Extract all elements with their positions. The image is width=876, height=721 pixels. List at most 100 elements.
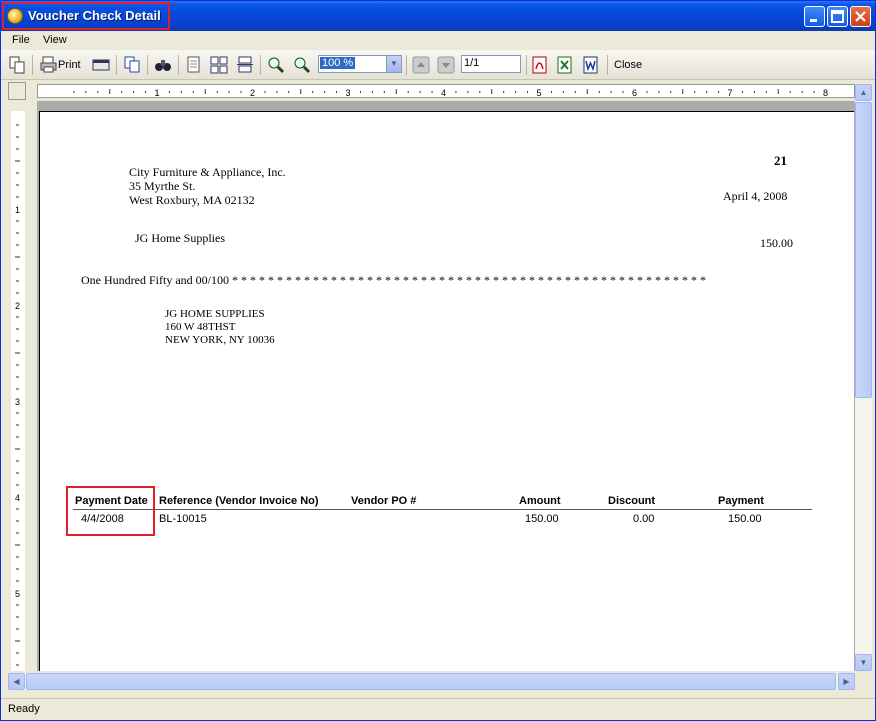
payment-date-highlight-box xyxy=(66,486,155,536)
horizontal-ruler: 1 2 3 4 5 6 7 8 xyxy=(37,84,855,98)
ruler-label: 4 xyxy=(15,493,20,503)
mail-to-name: JG HOME SUPPLIES xyxy=(165,308,265,320)
zoom-in-button[interactable] xyxy=(266,55,286,75)
chevron-down-icon[interactable]: ▼ xyxy=(386,56,401,72)
copy-button[interactable] xyxy=(7,55,27,75)
copy-pages-icon xyxy=(9,56,25,74)
check-amount: 150.00 xyxy=(760,236,793,250)
minimize-icon xyxy=(810,19,817,22)
copy-icon xyxy=(124,56,140,73)
ruler-label: 4 xyxy=(441,88,446,98)
vertical-ruler-ticks: 1 2 3 4 5 xyxy=(15,124,20,666)
check-number: 21 xyxy=(774,153,787,168)
header-discount: Discount xyxy=(608,495,656,507)
ruler-corner xyxy=(8,82,26,100)
vertical-scroll-thumb[interactable] xyxy=(855,102,872,398)
title-highlight-box xyxy=(2,2,170,30)
binoculars-icon xyxy=(155,60,171,71)
ruler-label: 3 xyxy=(15,397,20,407)
next-page-button[interactable] xyxy=(436,55,456,75)
scroll-left-button[interactable]: ◀ xyxy=(8,673,25,690)
page-number-field[interactable]: 1/1 xyxy=(461,55,521,73)
printer-icon xyxy=(40,56,57,73)
horizontal-scroll-thumb[interactable] xyxy=(26,673,836,690)
status-bar: Ready xyxy=(1,698,875,720)
continuous-button[interactable] xyxy=(235,55,255,75)
close-window-button[interactable] xyxy=(850,6,871,27)
ruler-label: 5 xyxy=(15,589,20,599)
multi-page-icon xyxy=(210,56,228,74)
company-address-line1: 35 Myrthe St. xyxy=(129,179,196,193)
page-setup-icon xyxy=(92,59,110,71)
mail-to-address-line2: NEW YORK, NY 10036 xyxy=(165,334,275,346)
find-button[interactable] xyxy=(153,55,173,75)
menu-view[interactable]: View xyxy=(43,34,67,46)
ruler-label: 8 xyxy=(823,88,828,98)
page-setup-button[interactable] xyxy=(91,55,111,75)
document-viewport[interactable]: 21 City Furniture & Appliance, Inc. 35 M… xyxy=(37,101,855,671)
excel-icon xyxy=(557,56,572,74)
scroll-up-button[interactable]: ▲ xyxy=(855,84,872,101)
minimize-button[interactable] xyxy=(804,6,825,27)
company-name: City Furniture & Appliance, Inc. xyxy=(129,165,286,179)
print-icon-button[interactable] xyxy=(39,55,59,75)
ruler-label: 2 xyxy=(15,301,20,311)
multi-page-button[interactable] xyxy=(209,55,229,75)
continuous-icon xyxy=(237,56,253,73)
previous-page-button[interactable] xyxy=(411,55,431,75)
header-amount: Amount xyxy=(519,495,561,507)
amount-in-words: One Hundred Fifty and 00/100 * * * * * *… xyxy=(81,273,706,287)
single-page-button[interactable] xyxy=(184,55,204,75)
header-vendor-po: Vendor PO # xyxy=(351,495,417,507)
pdf-icon xyxy=(532,56,547,74)
check-date: April 4, 2008 xyxy=(723,189,788,203)
zoom-out-icon xyxy=(294,57,311,74)
export-word-button[interactable] xyxy=(581,55,601,75)
ruler-label: 7 xyxy=(728,88,733,98)
scroll-right-button[interactable]: ▶ xyxy=(838,673,855,690)
ruler-label: 5 xyxy=(537,88,542,98)
export-pdf-button[interactable] xyxy=(530,55,550,75)
word-icon xyxy=(583,56,598,74)
header-divider xyxy=(73,509,812,510)
zoom-select[interactable]: 100 % ▼ xyxy=(318,55,402,73)
payee-name: JG Home Supplies xyxy=(135,231,225,245)
next-page-icon xyxy=(437,56,455,74)
vertical-ruler: 1 2 3 4 5 xyxy=(11,111,25,671)
title-bar[interactable]: Voucher Check Detail xyxy=(1,1,875,31)
row-amount: 150.00 xyxy=(525,513,559,525)
close-button[interactable]: Close xyxy=(614,59,642,71)
previous-page-icon xyxy=(412,56,430,74)
horizontal-ruler-ticks: 1 2 3 4 5 6 7 8 xyxy=(73,88,828,98)
single-page-icon xyxy=(187,56,200,73)
check-page: 21 City Furniture & Appliance, Inc. 35 M… xyxy=(39,111,854,671)
menu-file[interactable]: File xyxy=(12,34,30,46)
ruler-label: 3 xyxy=(346,88,351,98)
row-reference: BL-10015 xyxy=(159,513,207,525)
ruler-label: 1 xyxy=(155,88,160,98)
ruler-label: 2 xyxy=(250,88,255,98)
export-excel-button[interactable] xyxy=(555,55,575,75)
maximize-icon xyxy=(831,10,844,23)
menu-bar: File View xyxy=(1,31,875,50)
row-payment: 150.00 xyxy=(728,513,762,525)
print-button[interactable]: Print xyxy=(58,59,81,71)
close-icon xyxy=(855,11,866,22)
app-window: Voucher Check Detail File View Print 100… xyxy=(0,0,876,721)
status-text: Ready xyxy=(8,703,40,715)
horizontal-scrollbar[interactable]: ◀ ▶ xyxy=(8,673,855,690)
zoom-value: 100 % xyxy=(320,57,356,69)
toolbar: Print 100 % ▼ 1/1 Close xyxy=(1,50,875,80)
zoom-in-icon xyxy=(268,57,285,74)
header-payment: Payment xyxy=(718,495,764,507)
copy-doc-button[interactable] xyxy=(122,55,142,75)
header-reference: Reference (Vendor Invoice No) xyxy=(159,495,319,507)
ruler-label: 6 xyxy=(632,88,637,98)
row-discount: 0.00 xyxy=(633,513,655,525)
scroll-down-button[interactable]: ▼ xyxy=(855,654,872,671)
company-address-line2: West Roxbury, MA 02132 xyxy=(129,193,255,207)
vertical-scrollbar[interactable]: ▲ ▼ xyxy=(855,84,872,671)
maximize-button[interactable] xyxy=(827,6,848,27)
mail-to-address-line1: 160 W 48THST xyxy=(165,321,236,333)
zoom-out-button[interactable] xyxy=(292,55,312,75)
